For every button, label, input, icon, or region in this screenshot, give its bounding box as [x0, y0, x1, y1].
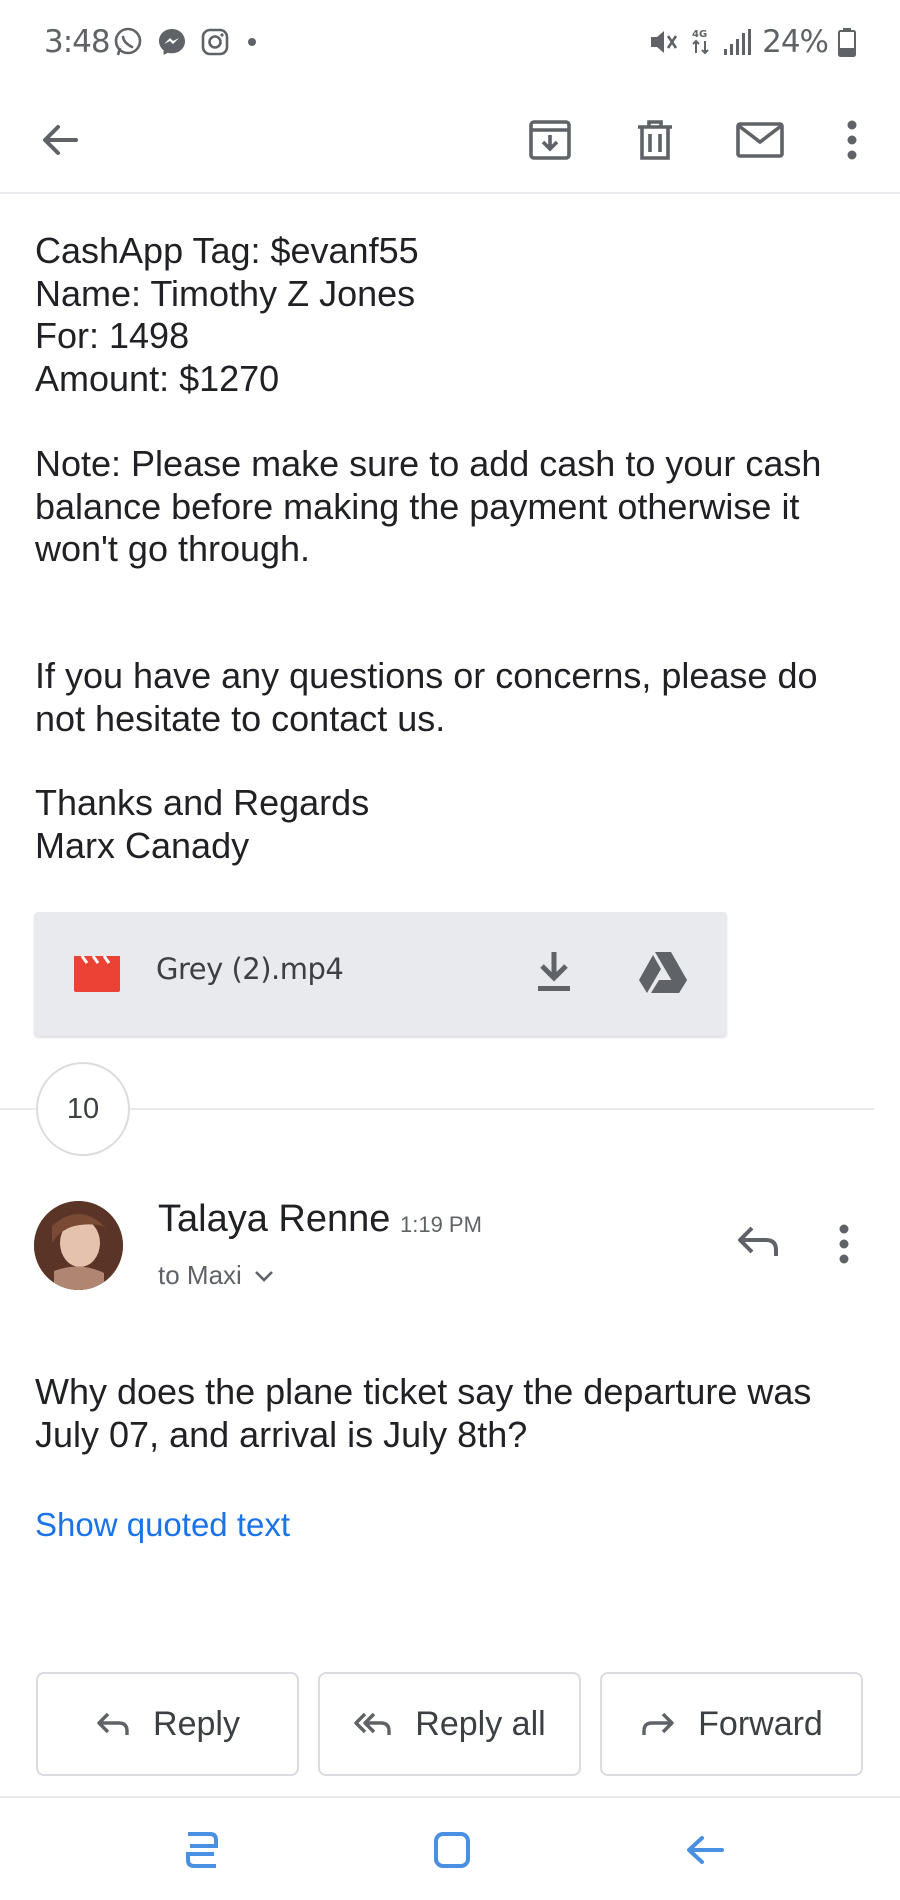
forward-icon [642, 1712, 674, 1735]
mute-icon [651, 31, 678, 53]
messenger-icon [159, 29, 185, 55]
attachment-file-name: Grey (2).mp4 [156, 952, 344, 986]
svg-text:4G: 4G [692, 29, 707, 40]
system-icons: 4G 24% [648, 24, 856, 60]
back-arrow-icon [43, 125, 78, 155]
forward-button[interactable]: Forward [600, 1672, 863, 1776]
sender-name: Talaya Renne [158, 1198, 391, 1240]
mark-unread-button[interactable] [728, 108, 792, 172]
more-options-button[interactable] [820, 108, 884, 172]
mark-unread-icon [736, 122, 784, 158]
whatsapp-icon [114, 27, 142, 56]
home-icon [434, 1832, 470, 1868]
drive-icon [639, 952, 687, 993]
recent-apps-button[interactable] [176, 1824, 228, 1876]
notification-icons [112, 26, 262, 58]
payment-note: Note: Please make sure to add cash to yo… [35, 443, 821, 571]
reply-icon [738, 1226, 778, 1256]
recipient-details[interactable]: to Maxi [158, 1260, 274, 1291]
signoff: Thanks and Regards Marx Canady [35, 782, 369, 867]
body-line: Name: Timothy Z Jones [35, 272, 416, 314]
recipient-text: to Maxi [158, 1260, 242, 1290]
battery-percent: 24% [762, 24, 829, 60]
body-line: Marx Canady [35, 824, 250, 866]
back-icon [687, 1836, 724, 1864]
contact-text: If you have any questions or concerns, p… [35, 655, 818, 740]
reply-all-label: Reply all [415, 1704, 546, 1743]
more-vert-icon [847, 120, 857, 160]
battery-icon [838, 28, 856, 57]
body-line: Why does the plane ticket say the depart… [35, 1371, 812, 1412]
body-line: CashApp Tag: $evanf55 [35, 230, 419, 271]
thread-divider [0, 1108, 36, 1110]
more-vert-icon [839, 1224, 849, 1264]
navigation-bar [0, 1796, 900, 1900]
reply-label: Reply [153, 1704, 240, 1743]
4g-icon: 4G [692, 29, 709, 55]
archive-button[interactable] [518, 108, 582, 172]
chevron-down-icon [254, 1270, 273, 1282]
back-nav-button[interactable] [678, 1824, 730, 1876]
collapsed-messages-count[interactable]: 10 [36, 1062, 130, 1156]
email-toolbar [0, 88, 900, 194]
body-line: If you have any questions or concerns, p… [35, 655, 818, 696]
dot-icon [248, 38, 256, 46]
recent-apps-icon [186, 1832, 218, 1868]
body-line: not hesitate to contact us. [35, 697, 446, 739]
message-body: Why does the plane ticket say the depart… [35, 1371, 811, 1456]
download-button[interactable] [534, 950, 582, 998]
save-to-drive-button[interactable] [638, 950, 690, 998]
body-line: July 07, and arrival is July 8th? [35, 1413, 528, 1455]
avatar[interactable] [34, 1201, 123, 1290]
thread-divider [130, 1108, 874, 1110]
show-quoted-text-link[interactable]: Show quoted text [35, 1506, 290, 1544]
status-bar: 3:48 4G 24% [0, 0, 900, 88]
instagram-icon [201, 28, 229, 56]
body-line: won't go through. [35, 528, 311, 569]
forward-label: Forward [698, 1704, 823, 1743]
body-line: Note: Please make sure to add cash to yo… [35, 443, 822, 484]
home-button[interactable] [426, 1824, 478, 1876]
body-line: Thanks and Regards [35, 782, 370, 823]
message-more-button[interactable] [838, 1224, 866, 1268]
attachment-card[interactable]: Grey (2).mp4 [34, 912, 727, 1036]
reply-quick-button[interactable] [736, 1222, 784, 1270]
video-file-icon [74, 955, 120, 992]
archive-icon [529, 120, 571, 160]
delete-icon [638, 120, 672, 160]
body-line: balance before making the payment otherw… [35, 485, 800, 527]
signal-icon [724, 29, 752, 55]
download-icon [538, 952, 570, 991]
status-time: 3:48 [44, 24, 111, 60]
delete-button[interactable] [623, 108, 687, 172]
body-line: Amount: $1270 [35, 357, 280, 399]
reply-button[interactable]: Reply [36, 1672, 299, 1776]
body-line: For: 1498 [35, 315, 190, 356]
sent-time: 1:19 PM [400, 1212, 482, 1237]
reply-all-icon [354, 1712, 391, 1735]
back-button[interactable] [28, 108, 92, 172]
reply-icon [97, 1712, 129, 1735]
avatar-photo [34, 1201, 123, 1290]
payment-details: CashApp Tag: $evanf55 Name: Timothy Z Jo… [35, 230, 419, 400]
reply-all-button[interactable]: Reply all [318, 1672, 581, 1776]
